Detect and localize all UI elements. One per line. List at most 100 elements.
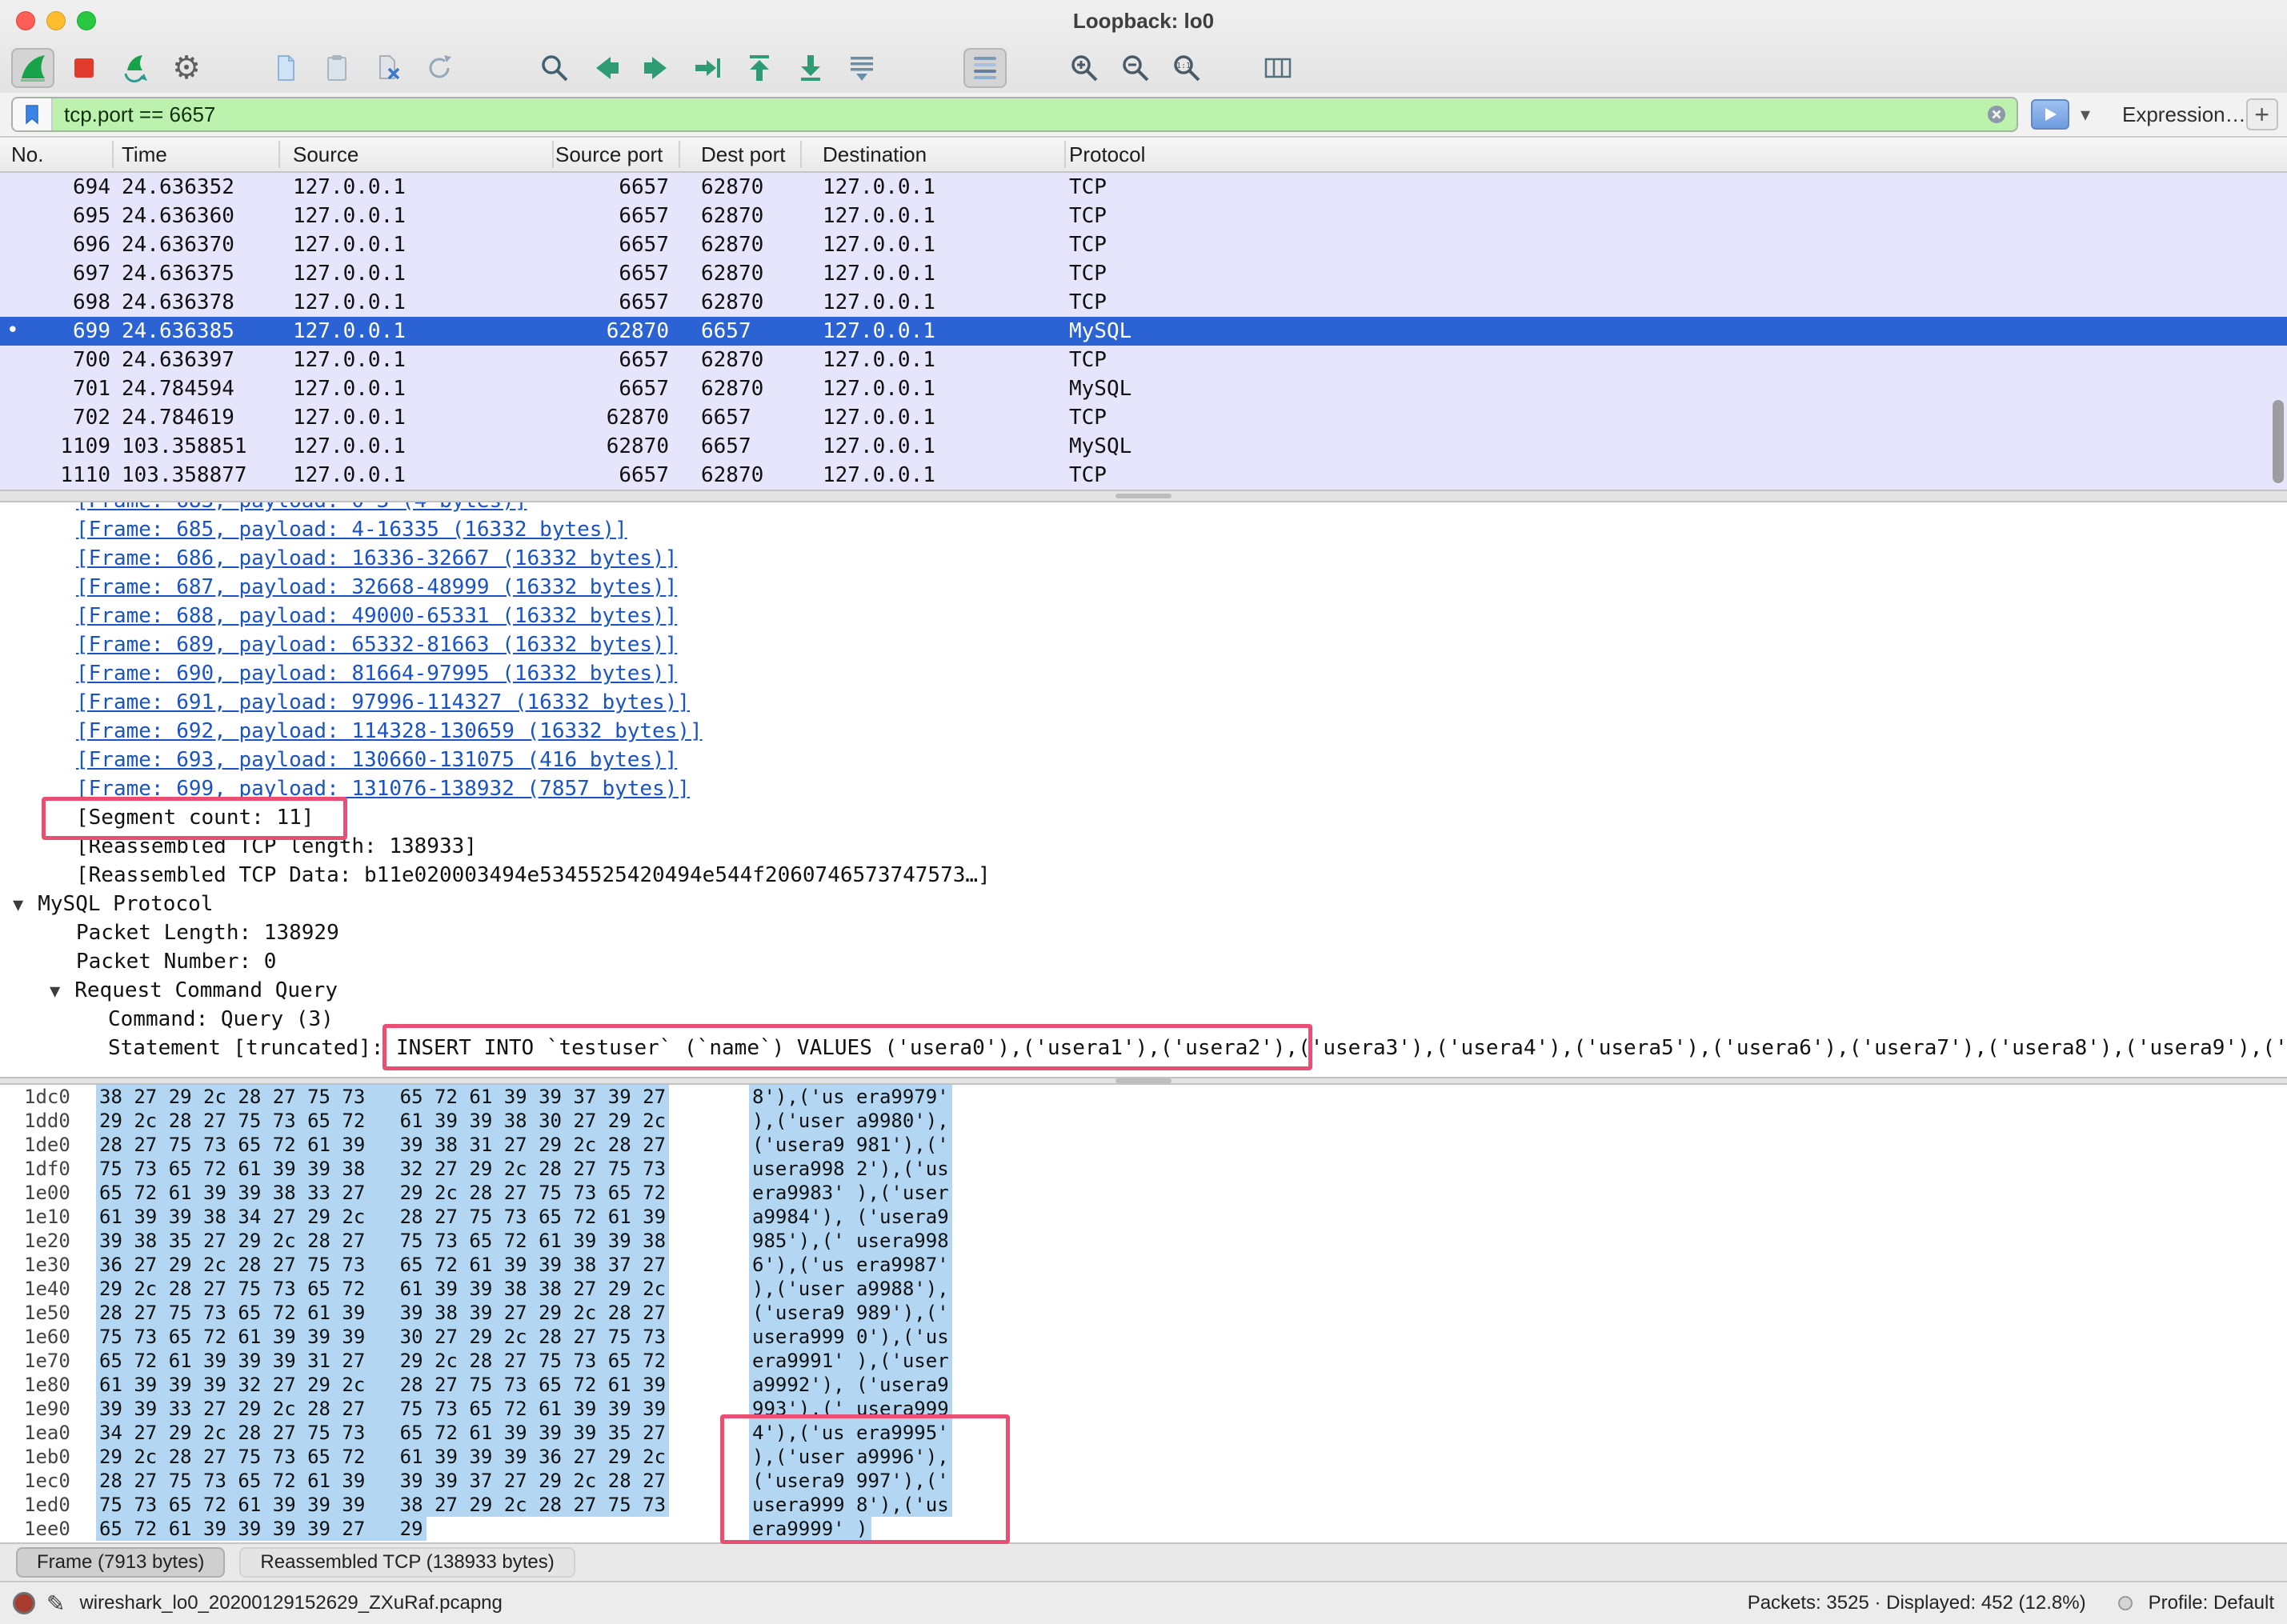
detail-line[interactable]: [Frame: 691, payload: 97996-114327 (1633… [0,688,2287,717]
display-filter-field[interactable]: tcp.port == 6657 [11,97,2018,132]
hex-bytes[interactable]: 28 27 75 73 65 72 61 39 39 38 31 27 29 2… [96,1133,669,1157]
detail-line[interactable]: [Frame: 690, payload: 81664-97995 (16332… [0,659,2287,688]
packet-row[interactable]: 695 24.636360 127.0.0.1 6657 62870 127.0… [0,202,2287,230]
hex-row[interactable]: 1e30 36 27 29 2c 28 27 75 73 65 72 61 39… [0,1253,2287,1277]
expert-info-indicator[interactable] [13,1592,35,1614]
capture-options-button[interactable]: ⚙ [165,48,208,88]
start-capture-button[interactable] [11,48,54,88]
column-divider[interactable] [1064,141,1066,168]
detail-line[interactable]: ▼Request Command Query [0,976,2287,1005]
find-packet-button[interactable] [533,48,576,88]
hex-bytes[interactable]: 29 2c 28 27 75 73 65 72 61 39 39 39 36 2… [96,1445,669,1469]
hex-bytes[interactable]: 39 38 35 27 29 2c 28 27 75 73 65 72 61 3… [96,1229,669,1253]
ascii-bytes[interactable]: a9984'), ('usera9 [749,1205,952,1229]
detail-line[interactable]: [Reassembled TCP Data: b11e020003494e534… [0,861,2287,890]
reload-file-button[interactable] [418,48,461,88]
detail-line[interactable]: [Frame: 689, payload: 65332-81663 (16332… [0,630,2287,659]
detail-line[interactable]: [Frame: 685, payload: 4-16335 (16332 byt… [0,515,2287,544]
display-filter-input[interactable]: tcp.port == 6657 [53,102,215,127]
bytes-source-tab[interactable]: Frame (7913 bytes) [16,1547,225,1578]
packet-row[interactable]: 1110 103.358877 127.0.0.1 6657 62870 127… [0,461,2287,490]
col-header-no[interactable]: No. [11,138,43,171]
go-to-top-button[interactable] [738,48,781,88]
ascii-bytes[interactable]: 985'),(' usera998 [749,1229,952,1253]
hex-row[interactable]: 1e10 61 39 39 38 34 27 29 2c 28 27 75 73… [0,1205,2287,1229]
col-header-protocol[interactable]: Protocol [1069,138,1145,171]
ascii-bytes[interactable]: ),('user a9980'), [749,1109,952,1133]
detail-line[interactable]: Statement [truncated]: INSERT INTO `test… [0,1034,2287,1062]
ascii-bytes[interactable]: ),('user a9996'), [749,1445,952,1469]
pane-splitter[interactable] [0,1077,2287,1085]
hex-bytes[interactable]: 75 73 65 72 61 39 39 39 30 27 29 2c 28 2… [96,1325,669,1349]
hex-bytes[interactable]: 75 73 65 72 61 39 39 38 32 27 29 2c 28 2… [96,1157,669,1181]
hex-bytes[interactable]: 61 39 39 38 34 27 29 2c 28 27 75 73 65 7… [96,1205,669,1229]
detail-line[interactable]: [Frame: 687, payload: 32668-48999 (16332… [0,573,2287,602]
hex-bytes[interactable]: 29 2c 28 27 75 73 65 72 61 39 39 38 30 2… [96,1109,669,1133]
hex-row[interactable]: 1e60 75 73 65 72 61 39 39 39 30 27 29 2c… [0,1325,2287,1349]
hex-bytes[interactable]: 65 72 61 39 39 39 31 27 29 2c 28 27 75 7… [96,1349,669,1373]
colorize-packets-button[interactable] [963,48,1007,88]
hex-row[interactable]: 1ed0 75 73 65 72 61 39 39 39 38 27 29 2c… [0,1493,2287,1517]
ascii-bytes[interactable]: 4'),('us era9995' [749,1421,952,1445]
packet-row[interactable]: 696 24.636370 127.0.0.1 6657 62870 127.0… [0,230,2287,259]
hex-bytes[interactable]: 34 27 29 2c 28 27 75 73 65 72 61 39 39 3… [96,1421,669,1445]
column-divider[interactable] [679,141,680,168]
ascii-bytes[interactable]: a9992'), ('usera9 [749,1373,952,1397]
ascii-bytes[interactable]: usera999 0'),('us [749,1325,952,1349]
col-header-source[interactable]: Source [293,138,358,171]
titlebar[interactable]: Loopback: lo0 [0,0,2287,42]
apply-filter-button[interactable] [2031,99,2069,130]
open-file-button[interactable] [264,48,307,88]
detail-line[interactable]: [Frame: 683, payload: 0-3 (4 bytes)] [0,502,2287,515]
col-header-destination[interactable]: Destination [823,138,927,171]
filter-history-dropdown[interactable]: ▾ [2073,99,2098,130]
capture-comment-icon[interactable]: ✎ [46,1590,65,1617]
packet-row[interactable]: 700 24.636397 127.0.0.1 6657 62870 127.0… [0,346,2287,374]
packet-list-header[interactable]: No. Time Source Source port Dest port De… [0,138,2287,173]
detail-line[interactable]: Packet Number: 0 [0,947,2287,976]
bytes-source-tab[interactable]: Reassembled TCP (138933 bytes) [239,1547,575,1578]
hex-row[interactable]: 1eb0 29 2c 28 27 75 73 65 72 61 39 39 39… [0,1445,2287,1469]
hex-row[interactable]: 1e20 39 38 35 27 29 2c 28 27 75 73 65 72… [0,1229,2287,1253]
ascii-bytes[interactable]: ('usera9 989'),(' [749,1301,952,1325]
hex-row[interactable]: 1ee0 65 72 61 39 39 39 39 27 29 era9999'… [0,1517,2287,1541]
profile-label[interactable]: Profile: Default [2149,1592,2274,1614]
packet-row[interactable]: 701 24.784594 127.0.0.1 6657 62870 127.0… [0,374,2287,403]
column-divider[interactable] [800,141,802,168]
save-file-button[interactable] [315,48,358,88]
add-filter-button[interactable]: + [2246,98,2278,130]
go-forward-button[interactable] [635,48,679,88]
col-header-source-port[interactable]: Source port [555,138,663,171]
ascii-bytes[interactable]: era9983' ),('user [749,1181,952,1205]
packet-row[interactable]: • 699 24.636385 127.0.0.1 62870 6657 127… [0,317,2287,346]
hex-row[interactable]: 1e40 29 2c 28 27 75 73 65 72 61 39 39 38… [0,1277,2287,1301]
close-file-button[interactable] [366,48,410,88]
zoom-reset-button[interactable]: 1:1 [1165,48,1208,88]
packet-row[interactable]: 694 24.636352 127.0.0.1 6657 62870 127.0… [0,173,2287,202]
ascii-bytes[interactable]: era9999' ) [749,1517,871,1541]
ascii-bytes[interactable]: ('usera9 981'),(' [749,1133,952,1157]
ascii-bytes[interactable]: 993'),(' usera999 [749,1397,952,1421]
detail-line[interactable]: [Frame: 688, payload: 49000-65331 (16332… [0,602,2287,630]
hex-row[interactable]: 1e80 61 39 39 39 32 27 29 2c 28 27 75 73… [0,1373,2287,1397]
disclosure-triangle-icon[interactable]: ▼ [50,982,60,1002]
hex-row[interactable]: 1ea0 34 27 29 2c 28 27 75 73 65 72 61 39… [0,1421,2287,1445]
resize-columns-button[interactable] [1256,48,1300,88]
packet-row[interactable]: 697 24.636375 127.0.0.1 6657 62870 127.0… [0,259,2287,288]
detail-line[interactable]: Command: Query (3) [0,1005,2287,1034]
detail-line[interactable]: [Reassembled TCP length: 138933] [0,832,2287,861]
hex-row[interactable]: 1e00 65 72 61 39 39 38 33 27 29 2c 28 27… [0,1181,2287,1205]
detail-line[interactable]: [Frame: 693, payload: 130660-131075 (416… [0,746,2287,774]
packet-list-scrollbar-thumb[interactable] [2273,400,2284,483]
ascii-bytes[interactable]: era9991' ),('user [749,1349,952,1373]
hex-row[interactable]: 1df0 75 73 65 72 61 39 39 38 32 27 29 2c… [0,1157,2287,1181]
ascii-bytes[interactable]: ('usera9 997'),(' [749,1469,952,1493]
go-to-bottom-button[interactable] [789,48,832,88]
column-divider[interactable] [112,141,114,168]
detail-line[interactable]: [Frame: 686, payload: 16336-32667 (16332… [0,544,2287,573]
hex-bytes[interactable]: 28 27 75 73 65 72 61 39 39 39 37 27 29 2… [96,1469,669,1493]
hex-bytes[interactable]: 36 27 29 2c 28 27 75 73 65 72 61 39 39 3… [96,1253,669,1277]
column-divider[interactable] [552,141,554,168]
ascii-bytes[interactable]: usera999 8'),('us [749,1493,952,1517]
detail-line[interactable]: [Frame: 692, payload: 114328-130659 (163… [0,717,2287,746]
